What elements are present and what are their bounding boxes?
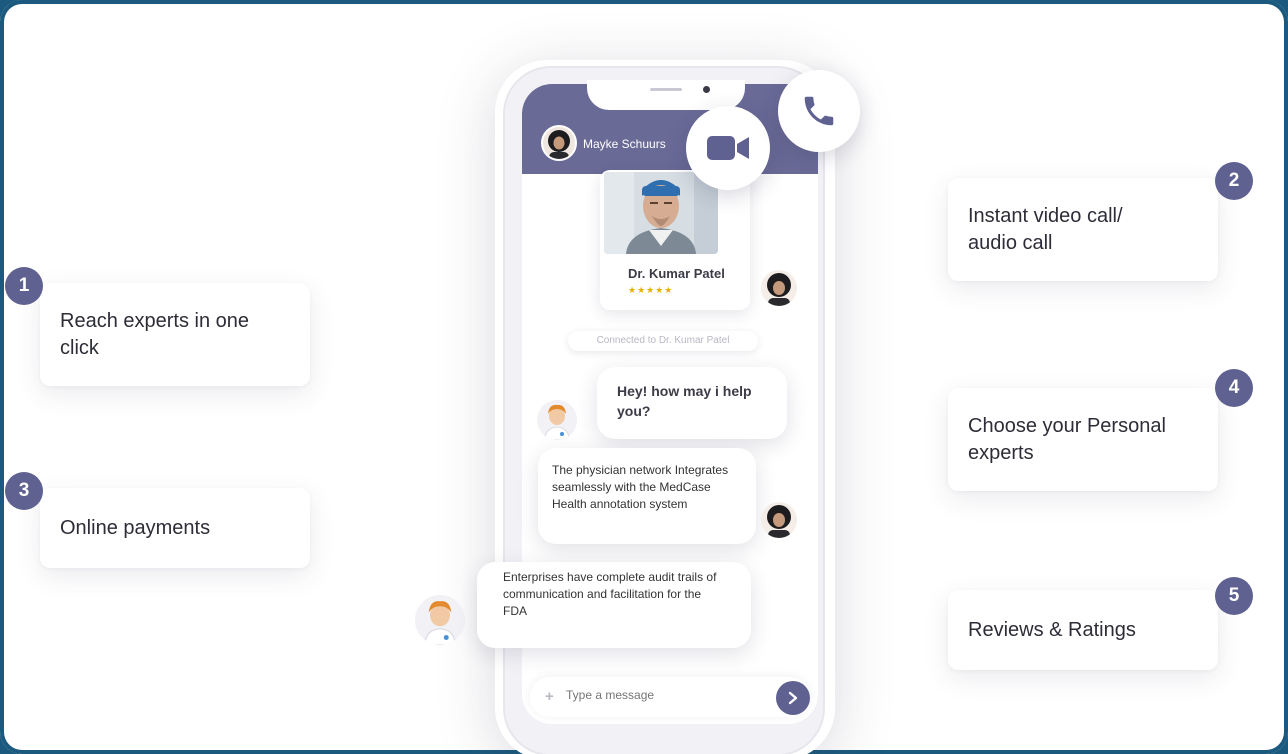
- feature-badge-2: 2: [1215, 162, 1253, 200]
- doctor-avatar: [537, 400, 577, 440]
- chat-message-2: The physician network Integrates seamles…: [538, 448, 756, 544]
- doctor-name: Dr. Kumar Patel: [628, 266, 725, 281]
- chat-message-3: Enterprises have complete audit trails o…: [477, 562, 751, 648]
- person-avatar-icon: [767, 273, 791, 306]
- person-avatar-icon: [548, 130, 570, 159]
- send-icon: [788, 691, 798, 705]
- doctor-photo: [604, 172, 718, 254]
- feature-badge-3: 3: [5, 472, 43, 510]
- send-button[interactable]: [776, 681, 810, 715]
- contact-name: Mayke Schuurs: [583, 137, 666, 151]
- feature-badge-1: 1: [5, 267, 43, 305]
- contact-avatar[interactable]: [541, 125, 577, 161]
- feature-card-3: Online payments: [40, 488, 310, 568]
- video-call-button[interactable]: [686, 106, 770, 190]
- doctor-portrait-icon: [604, 172, 718, 254]
- person-avatar-icon: [767, 505, 791, 538]
- feature-card-1: Reach experts in one click: [40, 283, 310, 386]
- feature-text: Instant video call/ audio call: [968, 204, 1123, 254]
- feature-text: Reviews & Ratings: [968, 618, 1136, 641]
- user-avatar: [761, 270, 797, 306]
- doctor-avatar-icon: [537, 400, 577, 440]
- feature-badge-4: 4: [1215, 369, 1253, 407]
- audio-call-button[interactable]: [778, 70, 860, 152]
- phone-camera: [703, 86, 710, 93]
- feature-card-5: Reviews & Ratings: [948, 590, 1218, 670]
- message-input[interactable]: [566, 688, 736, 702]
- phone-speaker: [650, 88, 682, 91]
- doctor-avatar: [415, 595, 465, 645]
- feature-card-2: Instant video call/ audio call: [948, 178, 1218, 281]
- phone-icon: [804, 96, 834, 126]
- feature-text: Online payments: [60, 516, 211, 539]
- chat-message-1: Hey! how may i help you?: [597, 367, 787, 439]
- app-canvas: Reach experts in one click 1 Online paym…: [0, 0, 1288, 754]
- user-avatar: [761, 502, 797, 538]
- plus-icon[interactable]: +: [545, 688, 554, 705]
- doctor-avatar-icon: [415, 595, 465, 645]
- video-camera-icon: [707, 136, 749, 160]
- feature-card-4: Choose your Personal experts: [948, 388, 1218, 491]
- feature-text: Choose your Personal experts: [968, 414, 1166, 464]
- feature-text: Reach experts in one click: [60, 309, 250, 359]
- doctor-rating-stars: ★★★★★: [628, 285, 674, 295]
- feature-badge-5: 5: [1215, 577, 1253, 615]
- connected-status: Connected to Dr. Kumar Patel: [568, 331, 758, 351]
